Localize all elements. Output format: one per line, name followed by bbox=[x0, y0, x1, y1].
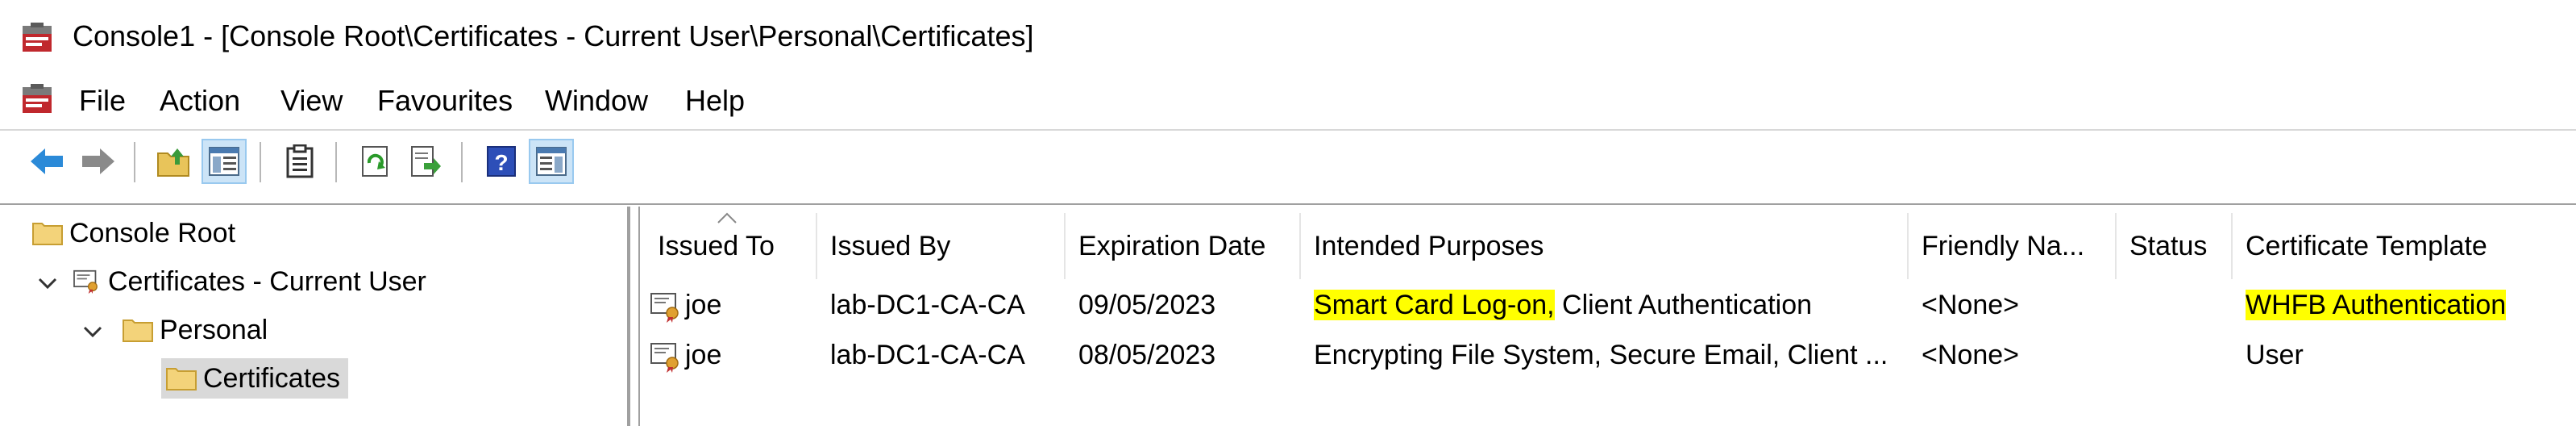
show-hide-action-pane-icon bbox=[536, 147, 567, 176]
column-header-issued-to[interactable]: Issued To bbox=[645, 213, 816, 279]
show-hide-tree-icon bbox=[209, 147, 239, 176]
properties-clipboard-icon bbox=[286, 144, 314, 178]
tree-item-certificates[interactable]: Certificates bbox=[161, 358, 349, 399]
tree-item-certificates-current-user[interactable]: Certificates - Current User bbox=[71, 261, 433, 302]
highlighted-template: WHFB Authentication bbox=[2246, 290, 2507, 320]
show-hide-tree-button[interactable] bbox=[202, 139, 247, 184]
toolbar-separator bbox=[335, 142, 337, 182]
chevron-down-icon[interactable] bbox=[81, 320, 105, 344]
highlighted-purpose: Smart Card Log-on, bbox=[1314, 290, 1555, 320]
toolbar-separator bbox=[461, 142, 463, 182]
cell-issued-by: lab-DC1-CA-CA bbox=[830, 340, 1025, 370]
certificate-icon bbox=[650, 343, 679, 374]
up-one-level-button[interactable] bbox=[152, 139, 197, 184]
menu-view[interactable]: View bbox=[276, 81, 347, 121]
folder-icon bbox=[32, 223, 63, 245]
menu-toolbar-divider bbox=[0, 129, 2576, 131]
cell-issued-to: joe bbox=[650, 284, 721, 326]
cell-expiration: 09/05/2023 bbox=[1078, 290, 1216, 320]
chevron-down-icon[interactable] bbox=[35, 271, 60, 295]
window-title: Console1 - [Console Root\Certificates - … bbox=[73, 19, 1034, 52]
folder-icon bbox=[166, 368, 197, 390]
cell-certificate-template: User bbox=[2246, 340, 2304, 370]
svg-text:?: ? bbox=[494, 150, 508, 175]
toolbar-separator bbox=[134, 142, 135, 182]
show-hide-action-pane-button[interactable] bbox=[529, 139, 574, 184]
export-list-button[interactable] bbox=[403, 139, 448, 184]
tree-item-label: Certificates - Current User bbox=[108, 265, 426, 297]
cell-friendly-name: <None> bbox=[1922, 290, 2019, 320]
column-header-friendly-name[interactable]: Friendly Na... bbox=[1909, 213, 2115, 279]
cell-friendly-name: <None> bbox=[1922, 340, 2019, 370]
refresh-button[interactable] bbox=[353, 139, 398, 184]
folder-icon bbox=[123, 320, 153, 342]
tree-item-console-root[interactable]: Console Root bbox=[32, 213, 242, 253]
properties-button[interactable] bbox=[277, 139, 322, 184]
cell-intended-purposes: Smart Card Log-on, Client Authentication bbox=[1314, 284, 1812, 326]
menu-action[interactable]: Action bbox=[155, 81, 245, 121]
cell-issued-by: lab-DC1-CA-CA bbox=[830, 290, 1025, 320]
column-header-status[interactable]: Status bbox=[2117, 213, 2231, 279]
refresh-icon bbox=[362, 146, 388, 177]
certificate-icon bbox=[650, 293, 679, 324]
column-header-intended-purposes[interactable]: Intended Purposes bbox=[1301, 213, 1907, 279]
title-bar: Console1 - [Console Root\Certificates - … bbox=[0, 0, 2576, 77]
column-header-certificate-template[interactable]: Certificate Template bbox=[2233, 213, 2555, 279]
menu-favourites[interactable]: Favourites bbox=[372, 81, 517, 121]
tree-item-label: Personal bbox=[160, 314, 268, 345]
export-list-icon bbox=[411, 146, 441, 177]
column-header-issued-by[interactable]: Issued By bbox=[817, 213, 1064, 279]
cell-intended-purposes: Encrypting File System, Secure Email, Cl… bbox=[1314, 334, 1888, 376]
menu-help[interactable]: Help bbox=[680, 81, 750, 121]
help-icon: ? bbox=[487, 146, 516, 177]
tree-item-personal[interactable]: Personal bbox=[123, 310, 274, 350]
forward-arrow-icon bbox=[82, 148, 114, 174]
menu-file[interactable]: File bbox=[74, 81, 131, 121]
tree-item-label: Certificates bbox=[197, 361, 347, 396]
pane-top-border bbox=[0, 203, 2576, 205]
help-button[interactable]: ? bbox=[479, 139, 524, 184]
cell-expiration: 08/05/2023 bbox=[1078, 340, 1216, 370]
up-folder-icon bbox=[157, 148, 189, 177]
forward-button[interactable] bbox=[76, 139, 121, 184]
back-arrow-icon bbox=[31, 148, 63, 174]
system-menu-icon[interactable] bbox=[21, 84, 53, 116]
cell-text: joe bbox=[685, 340, 722, 370]
cell-issued-to: joe bbox=[650, 334, 721, 376]
cell-text: joe bbox=[685, 290, 722, 320]
certificate-store-icon bbox=[73, 269, 98, 294]
purpose-text: Encrypting File System, Secure Email, Cl… bbox=[1314, 340, 1888, 370]
column-header-expiration-date[interactable]: Expiration Date bbox=[1066, 213, 1299, 279]
purpose-text: Client Authentication bbox=[1554, 290, 1813, 320]
menu-window[interactable]: Window bbox=[540, 81, 653, 121]
toolbar-separator bbox=[260, 142, 261, 182]
back-button[interactable] bbox=[24, 139, 69, 184]
tree-item-label: Console Root bbox=[69, 217, 236, 248]
cell-certificate-template: WHFB Authentication bbox=[2246, 284, 2507, 326]
mmc-console-icon bbox=[23, 23, 52, 52]
